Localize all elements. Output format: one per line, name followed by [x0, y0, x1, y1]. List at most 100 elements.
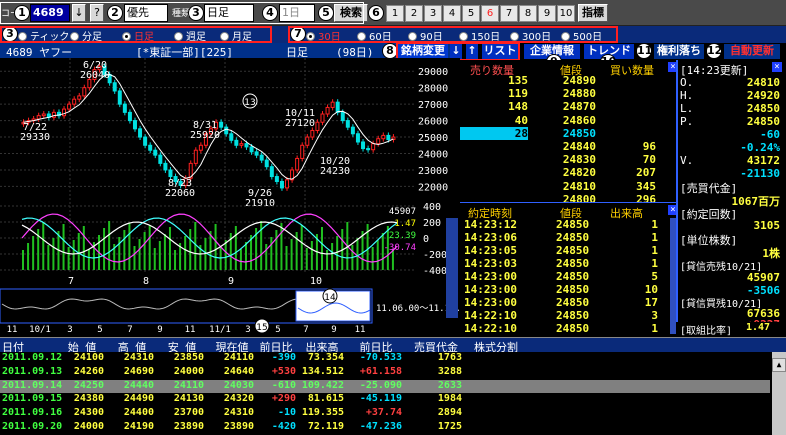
volume-bar [184, 236, 187, 270]
number-button-1[interactable]: 1 [386, 5, 404, 22]
volume-bar [280, 223, 283, 270]
candle-body [274, 176, 279, 182]
y-tick-label: 24000 [418, 150, 448, 161]
board-sell-qty[interactable]: 148 [460, 100, 528, 113]
number-button-2[interactable]: 2 [405, 5, 423, 22]
table-row[interactable]: 2011.09.13 24260 24690 24000 24640 +530 134.51… [0, 366, 770, 379]
board-price[interactable]: 24890 [536, 74, 596, 87]
board-price[interactable]: 24830 [536, 153, 596, 166]
tick-time: 14:22:10 [464, 322, 517, 335]
table-cell: -610 [271, 379, 296, 391]
info-close-icon[interactable]: × [772, 62, 782, 72]
candle-body [67, 103, 72, 110]
table-cell: 24690 [123, 365, 154, 377]
annotation-price: 24230 [320, 166, 350, 177]
day-option-5[interactable]: 500日 [561, 28, 602, 43]
tick-time: 14:23:12 [464, 218, 517, 231]
tick-time: 14:23:00 [464, 270, 517, 283]
radio-monthly[interactable]: 月足 [220, 28, 252, 43]
toolbar-frame [0, 2, 364, 24]
candle-body [224, 126, 229, 135]
radio-weekly[interactable]: 週足 [174, 28, 206, 43]
candle-body [127, 111, 132, 122]
number-button-7[interactable]: 7 [500, 5, 518, 22]
board-sell-qty[interactable]: 135 [460, 74, 528, 87]
radio-minute[interactable]: 分足 [70, 28, 102, 43]
table-row[interactable]: 2011.09.20 24000 24190 23890 23890 -420 72.119… [0, 421, 770, 434]
volume-bar [320, 227, 323, 270]
number-button-8[interactable]: 8 [519, 5, 537, 22]
annotation-price: 22060 [165, 188, 195, 199]
day-option-4[interactable]: 300日 [510, 28, 551, 43]
board-price[interactable]: 24840 [536, 140, 596, 153]
table-cell: 24030 [223, 379, 254, 391]
auto-update-button[interactable]: 自動更新 [724, 44, 780, 59]
board-price[interactable]: 24810 [536, 180, 596, 193]
day-option-3[interactable]: 150日 [459, 28, 500, 43]
candle-body [163, 162, 168, 171]
candle-body [36, 115, 41, 120]
board-buy-qty[interactable]: 345 [600, 180, 656, 193]
board-buy-qty[interactable]: 207 [600, 166, 656, 179]
candle-body [320, 113, 325, 123]
x-tick-label: 8 [143, 276, 149, 287]
number-button-9[interactable]: 9 [538, 5, 556, 22]
day-option-0[interactable]: 30日 [306, 28, 341, 43]
table-cell: 24110 [173, 379, 204, 391]
osc-tick-label: 200 [423, 218, 441, 229]
osc-value: 23.39 [389, 231, 416, 241]
day-option-2[interactable]: 90日 [408, 28, 443, 43]
volume-bar [108, 221, 111, 270]
board-price[interactable]: 24820 [536, 166, 596, 179]
number-button-4[interactable]: 4 [443, 5, 461, 22]
table-row[interactable]: 2011.09.12 24100 24310 23850 24110 -390 73.354… [0, 352, 770, 365]
table-cell: 24310 [223, 407, 254, 419]
table-row[interactable]: 2011.09.14 24250 24440 24110 24030 -610 109.42… [0, 379, 770, 393]
number-button-3[interactable]: 3 [424, 5, 442, 22]
board-sell-qty[interactable]: 28 [460, 126, 528, 140]
volume-bar [371, 247, 374, 270]
scroll-up-icon[interactable]: ▲ [772, 358, 786, 372]
history-table-body[interactable]: 2011.09.12 24100 24310 23850 24110 -390 73.354… [0, 352, 786, 435]
y-tick-label: 26000 [418, 117, 448, 128]
board-price[interactable]: 24850 [536, 127, 596, 140]
board-price[interactable]: 24880 [536, 87, 596, 100]
board-price[interactable]: 24860 [536, 114, 596, 127]
radio-weekly-label: 週足 [186, 32, 206, 43]
tick-volume: 17 [644, 296, 658, 309]
table-cell: -390 [271, 352, 296, 363]
table-row[interactable]: 2011.09.16 24300 24400 23700 24310 -10 119.355… [0, 407, 770, 420]
table-row[interactable]: 2011.09.15 24380 24490 24130 24320 +290 81.615… [0, 393, 770, 406]
volume-bar [82, 226, 85, 270]
number-button-5[interactable]: 5 [462, 5, 480, 22]
volume-bar [32, 236, 35, 270]
rights-button[interactable]: 権利落ち [654, 44, 704, 59]
board-price[interactable]: 24870 [536, 100, 596, 113]
candle-body [82, 87, 87, 97]
table-cell: 2894 [437, 407, 462, 419]
price-chart-area[interactable]: 29000 28000 27000 26000 25000 24000 23000 22000… [0, 58, 472, 335]
badge-14-label: 14 [324, 293, 336, 303]
board-buy-qty[interactable]: 70 [600, 153, 656, 166]
table-cell: +61.158 [359, 365, 402, 377]
table-cell: 24100 [73, 352, 104, 363]
board-sell-qty[interactable]: 119 [460, 87, 528, 100]
radio-daily[interactable]: 日足 [122, 28, 154, 43]
radio-tick[interactable]: ティック [18, 28, 69, 43]
table-cell: 24640 [223, 365, 254, 377]
index-button[interactable]: 指標 [578, 4, 608, 22]
tick-volume: 1 [651, 257, 658, 270]
candle-body [249, 146, 254, 153]
number-button-6[interactable]: 6 [481, 5, 499, 22]
board-buy-qty[interactable]: 96 [600, 140, 656, 153]
x-tick-label: 9 [228, 276, 234, 287]
candle-body [138, 128, 143, 138]
board-sell-qty[interactable]: 40 [460, 114, 528, 127]
table-cell: 24440 [123, 379, 154, 391]
day-option-1[interactable]: 60日 [357, 28, 392, 43]
x-tick-label: 7 [68, 276, 74, 287]
number-button-10[interactable]: 10 [557, 5, 575, 22]
tick-price: 24850 [556, 218, 590, 231]
candle-body [158, 154, 163, 164]
volume-bar [209, 231, 212, 270]
